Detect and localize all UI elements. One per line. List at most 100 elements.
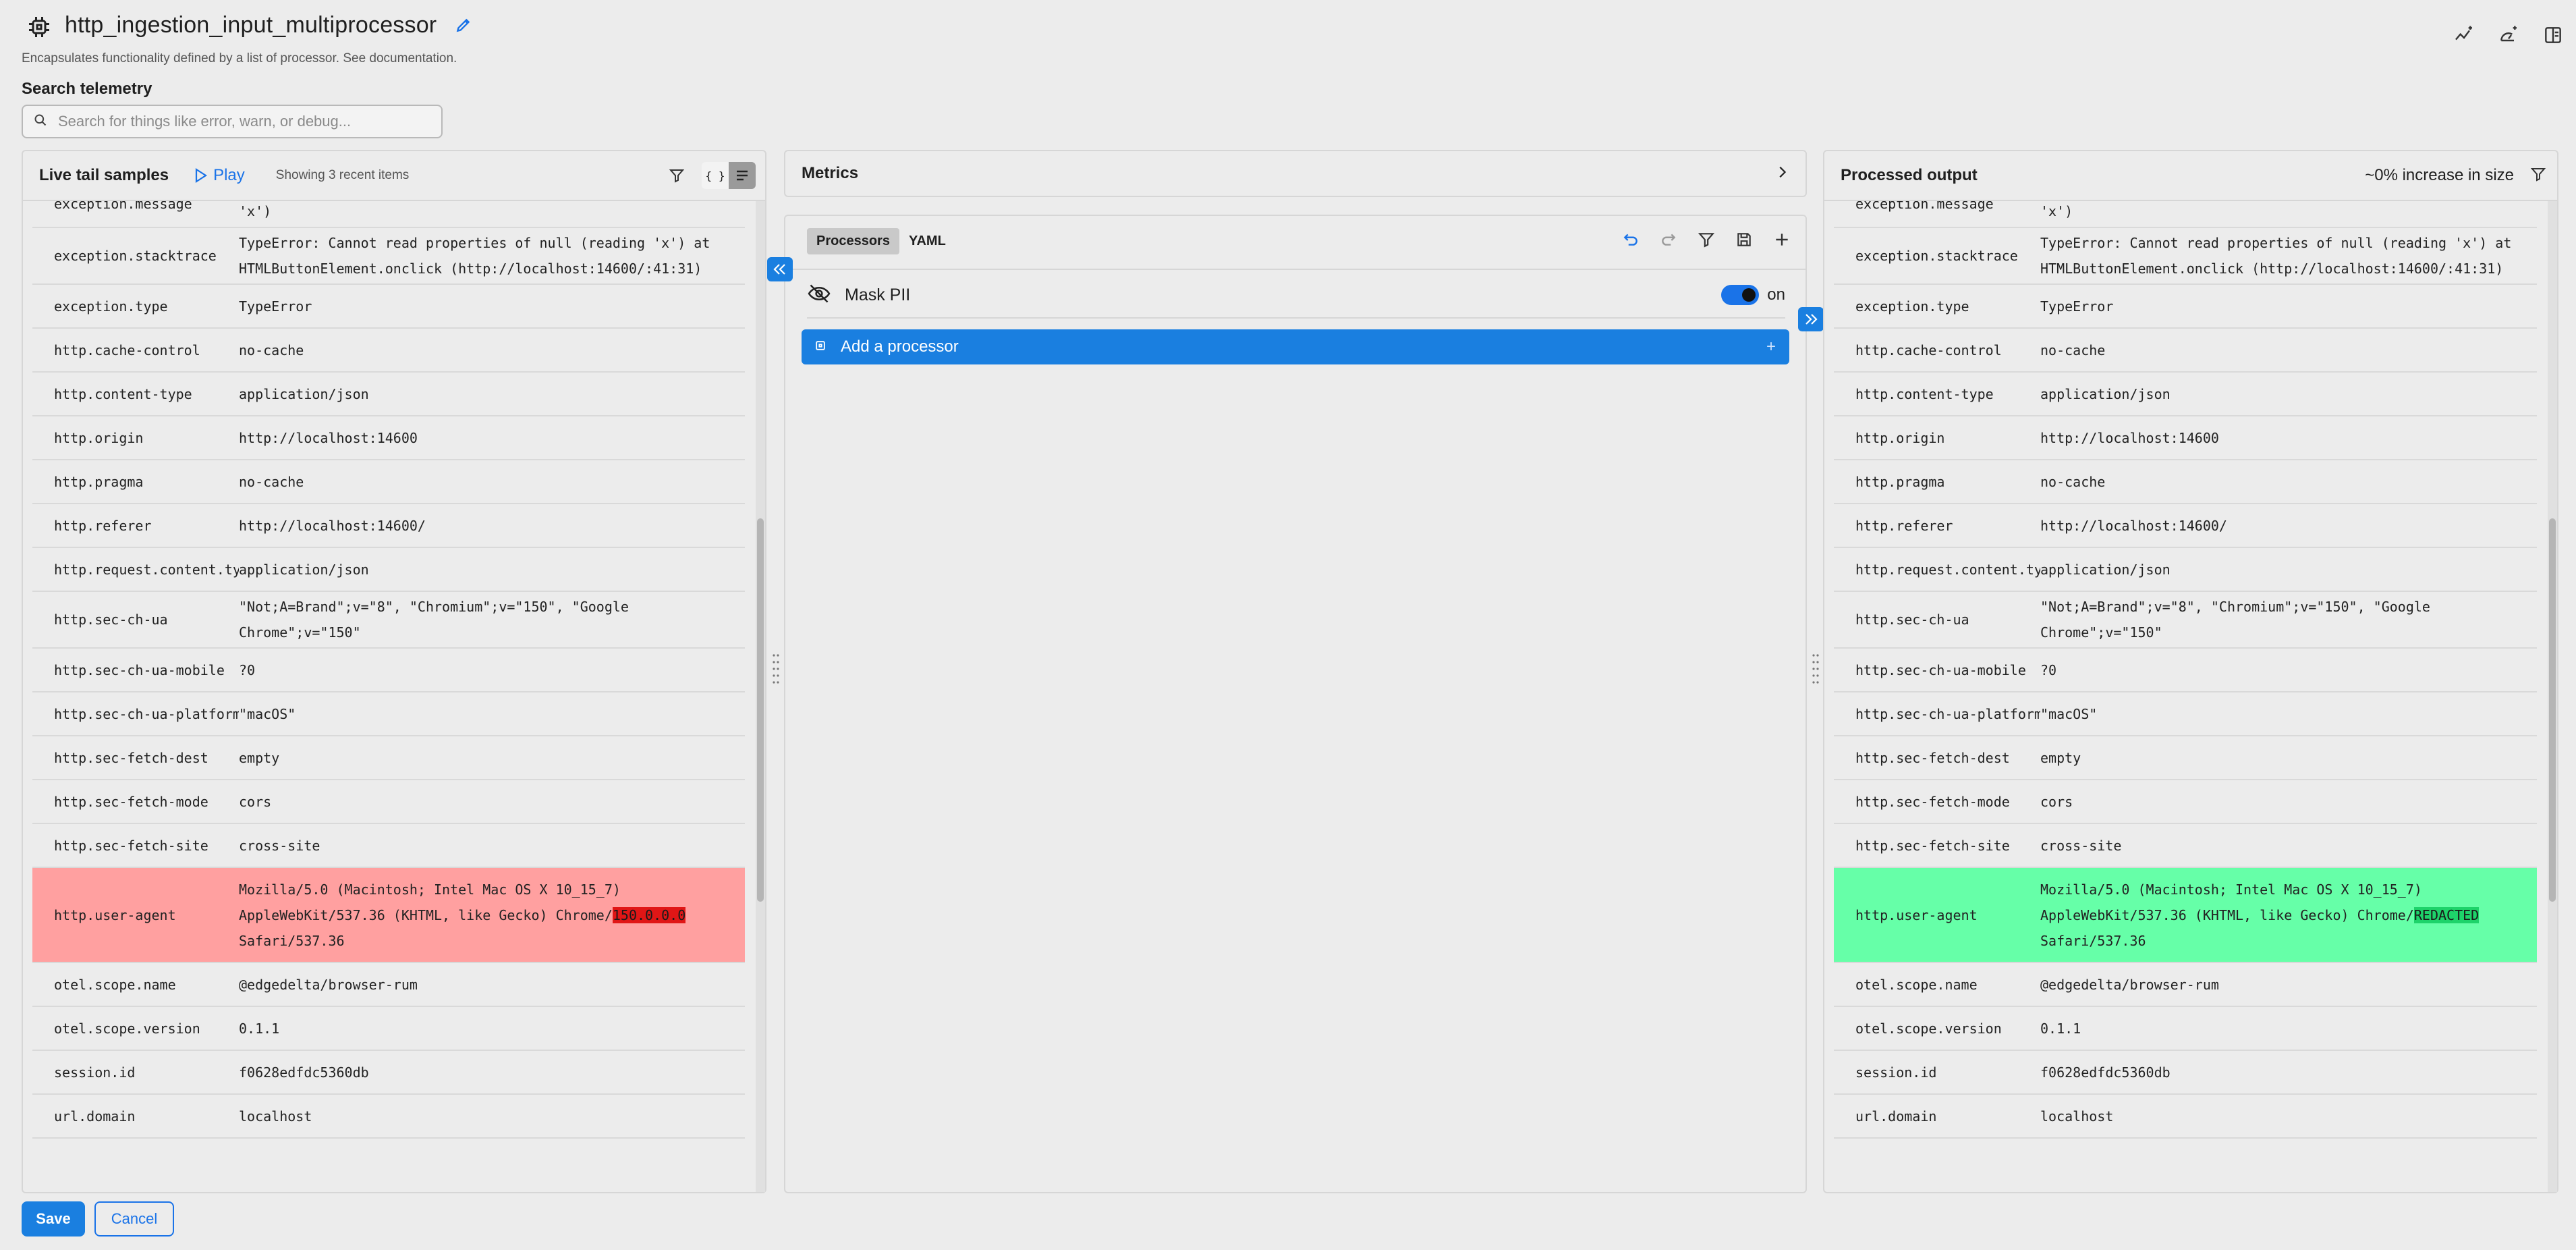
table-row[interactable]: http.sec-ch-ua "Not;A=Brand";v="8", "Chro… <box>1834 592 2537 649</box>
table-row[interactable]: otel.scope.version 0.1.1 <box>32 1007 745 1051</box>
items-count: Showing 3 recent items <box>275 168 410 182</box>
undo-icon[interactable] <box>1622 231 1640 252</box>
table-row[interactable]: http.sec-fetch-mode cors <box>1834 780 2537 824</box>
table-row[interactable]: session.id f0628edfdc5360db <box>1834 1051 2537 1095</box>
row-key: http.referer <box>54 517 152 534</box>
row-value: 0.1.1 <box>239 1020 280 1037</box>
tab-yaml[interactable]: YAML <box>899 228 955 254</box>
collapse-left-button[interactable] <box>767 257 793 281</box>
add-icon[interactable] <box>1773 231 1791 252</box>
table-row[interactable]: http.sec-ch-ua-mobile ?0 <box>32 649 745 692</box>
chevron-right-icon[interactable] <box>1774 165 1789 183</box>
removed-highlight: 150.0.0.0 <box>612 906 686 923</box>
add-processor-button[interactable]: Add a processor + <box>802 329 1789 364</box>
table-row[interactable]: http.content-type application/json <box>32 373 745 416</box>
table-row[interactable]: otel.scope.name @edgedelta/browser-rum <box>1834 963 2537 1007</box>
processor-chip-icon <box>27 15 51 39</box>
processor-toolbar <box>1622 231 1791 252</box>
filter-icon[interactable] <box>1698 231 1715 252</box>
table-row[interactable]: exception.stacktrace TypeError: Cannot re… <box>1834 228 2537 285</box>
table-row[interactable]: url.domain localhost <box>32 1095 745 1139</box>
table-row[interactable]: http.referer http://localhost:14600/ <box>1834 504 2537 548</box>
table-row[interactable]: http.content-type application/json <box>1834 373 2537 416</box>
processor-enabled-toggle[interactable] <box>1721 285 1760 305</box>
row-value: application/json <box>2040 385 2171 402</box>
processor-tabs: Processors YAML <box>807 228 955 254</box>
resize-handle-left[interactable] <box>773 652 779 686</box>
row-key: http.sec-fetch-site <box>54 837 208 854</box>
row-key: http.content-type <box>1855 385 1994 402</box>
metrics-panel[interactable]: Metrics <box>784 150 1807 197</box>
save-button[interactable]: Save <box>22 1201 85 1237</box>
table-row[interactable]: http.origin http://localhost:14600 <box>32 416 745 460</box>
scrollbar-thumb[interactable] <box>757 518 764 902</box>
table-row[interactable]: http.user-agent Mozilla/5.0 (Macintosh; I… <box>32 868 745 963</box>
json-view-icon[interactable]: { } <box>702 162 729 189</box>
table-row[interactable]: http.sec-fetch-dest empty <box>32 736 745 780</box>
row-key: http.pragma <box>54 473 144 490</box>
table-row[interactable]: http.pragma no-cache <box>1834 460 2537 504</box>
row-key: http.referer <box>1855 517 1953 534</box>
table-row[interactable]: http.sec-ch-ua-mobile ?0 <box>1834 649 2537 692</box>
search-input[interactable] <box>57 112 441 131</box>
top-actions <box>2453 24 2564 46</box>
save-disk-icon[interactable] <box>1735 231 1753 252</box>
table-row[interactable]: session.id f0628edfdc5360db <box>32 1051 745 1095</box>
row-value: "Not;A=Brand";v="8", "Chromium";v="150",… <box>2040 599 2430 641</box>
row-key: exception.stacktrace <box>1855 248 2018 264</box>
live-tail-scrollbar[interactable] <box>756 201 765 1192</box>
tab-processors[interactable]: Processors <box>807 228 899 254</box>
double-chevron-left-icon <box>773 264 785 275</box>
scrollbar-thumb[interactable] <box>2549 518 2556 902</box>
resize-handle-right[interactable] <box>1812 652 1819 686</box>
edit-pencil-icon[interactable] <box>455 16 472 34</box>
table-row[interactable]: exception.type TypeError <box>32 285 745 329</box>
table-row[interactable]: http.request.content.ty… application/json <box>1834 548 2537 592</box>
table-row[interactable]: exception.type TypeError <box>1834 285 2537 329</box>
table-row[interactable]: http.sec-fetch-dest empty <box>1834 736 2537 780</box>
table-row[interactable]: otel.scope.name @edgedelta/browser-rum <box>32 963 745 1007</box>
table-row[interactable]: http.sec-fetch-site cross-site <box>1834 824 2537 868</box>
side-panel-icon[interactable] <box>2542 24 2564 46</box>
redo-icon[interactable] <box>1660 231 1677 252</box>
table-row[interactable]: http.referer http://localhost:14600/ <box>32 504 745 548</box>
row-key: http.sec-ch-ua-platform <box>54 705 239 722</box>
table-row[interactable]: url.domain localhost <box>1834 1095 2537 1139</box>
table-row[interactable]: http.cache-control no-cache <box>1834 329 2537 373</box>
row-key: http.pragma <box>1855 473 1945 490</box>
processor-item-mask-pii[interactable]: Mask PII on <box>807 273 1785 319</box>
filter-icon[interactable] <box>2530 166 2546 186</box>
table-row[interactable]: http.sec-fetch-mode cors <box>32 780 745 824</box>
row-value: 'x') <box>2040 203 2073 219</box>
table-row[interactable]: http.cache-control no-cache <box>32 329 745 373</box>
table-row[interactable]: exception.stacktrace TypeError: Cannot re… <box>32 228 745 285</box>
ai-sparkle-icon[interactable] <box>2453 24 2475 46</box>
processor-chip-icon <box>814 339 827 356</box>
table-row[interactable]: otel.scope.version 0.1.1 <box>1834 1007 2537 1051</box>
search-field[interactable] <box>22 105 443 138</box>
table-row[interactable]: http.origin http://localhost:14600 <box>1834 416 2537 460</box>
processed-output-scrollbar[interactable] <box>2548 201 2557 1192</box>
table-row[interactable]: http.sec-fetch-site cross-site <box>32 824 745 868</box>
table-view-icon[interactable] <box>729 162 756 189</box>
table-row[interactable]: http.request.content.ty… application/json <box>32 548 745 592</box>
play-button[interactable]: Play <box>194 166 245 185</box>
search-label: Search telemetry <box>22 80 152 98</box>
filter-icon[interactable] <box>667 165 687 186</box>
collapse-right-button[interactable] <box>1798 307 1824 331</box>
row-key: http.sec-ch-ua-platform <box>1855 705 2040 722</box>
cancel-button[interactable]: Cancel <box>94 1201 174 1237</box>
row-value: 0.1.1 <box>2040 1020 2081 1037</box>
table-row[interactable]: exception.message 'x') <box>1834 201 2537 228</box>
processed-output-table: exception.message 'x') exception.stacktrac… <box>1834 201 2537 1192</box>
table-row[interactable]: http.pragma no-cache <box>32 460 745 504</box>
row-key: http.user-agent <box>1855 906 1978 923</box>
table-row[interactable]: http.sec-ch-ua "Not;A=Brand";v="8", "Chro… <box>32 592 745 649</box>
table-row[interactable]: exception.message 'x') <box>32 201 745 228</box>
row-value: localhost <box>239 1108 312 1124</box>
table-row[interactable]: http.user-agent Mozilla/5.0 (Macintosh; I… <box>1834 868 2537 963</box>
table-row[interactable]: http.sec-ch-ua-platform "macOS" <box>1834 692 2537 736</box>
gauge-add-icon[interactable] <box>2498 24 2519 46</box>
table-row[interactable]: http.sec-ch-ua-platform "macOS" <box>32 692 745 736</box>
play-icon <box>195 168 208 183</box>
